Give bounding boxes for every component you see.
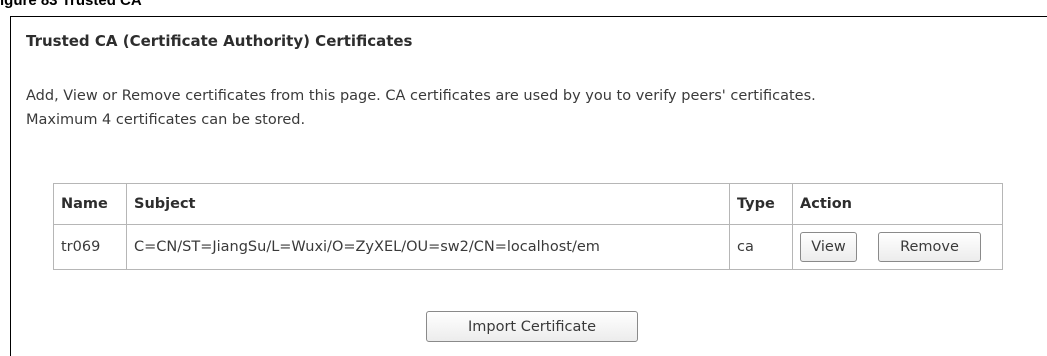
- page-title: Trusted CA (Certificate Authority) Certi…: [26, 32, 413, 50]
- cert-name-cell: tr069: [53, 224, 127, 270]
- remove-button[interactable]: Remove: [878, 232, 981, 262]
- cert-subject-cell: C=CN/ST=JiangSu/L=Wuxi/O=ZyXEL/OU=sw2/CN…: [126, 224, 730, 270]
- description-line-1: Add, View or Remove certificates from th…: [26, 88, 816, 104]
- description-line-2: Maximum 4 certificates can be stored.: [26, 112, 306, 128]
- table-row: tr069 C=CN/ST=JiangSu/L=Wuxi/O=ZyXEL/OU=…: [53, 224, 1003, 270]
- certificates-table: Name Subject Type Action tr069 C=CN/ST=J…: [53, 183, 1003, 270]
- column-header-action: Action: [792, 183, 1003, 225]
- table-header-row: Name Subject Type Action: [53, 183, 1003, 225]
- figure-caption: igure 83 Trusted CA: [0, 0, 142, 9]
- column-header-name: Name: [53, 183, 127, 225]
- column-header-type: Type: [729, 183, 793, 225]
- view-button[interactable]: View: [800, 232, 857, 262]
- import-button-wrap: Import Certificate: [426, 311, 638, 342]
- cert-type-cell: ca: [729, 224, 793, 270]
- import-certificate-button[interactable]: Import Certificate: [426, 311, 638, 342]
- column-header-subject: Subject: [126, 183, 730, 225]
- page-description: Add, View or Remove certificates from th…: [26, 84, 816, 132]
- cert-action-cell: View Remove: [792, 224, 1003, 270]
